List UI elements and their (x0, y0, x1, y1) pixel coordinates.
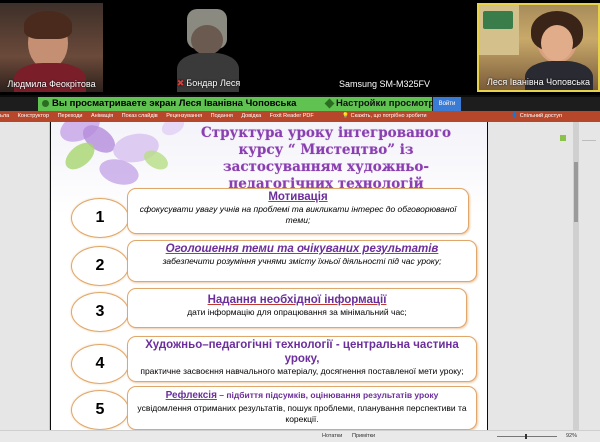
ribbon-tab[interactable]: Переходи (58, 111, 83, 122)
share-status-icon (42, 99, 49, 107)
participant-name: ✖ Бондар Леся (121, 78, 296, 89)
view-settings-label: Настройки просмотра (336, 98, 440, 109)
share-banner-text: Вы просматриваете экран Леся Іванівна Чо… (52, 98, 297, 109)
step-body: усвідомлення отриманих результатів, пошу… (137, 403, 467, 424)
step-box: Надання необхідної інформації дати інфор… (127, 288, 467, 328)
step-number: 1 (71, 198, 129, 238)
share-label: Спільний доступ (519, 113, 562, 119)
step-box: Мотивація сфокусувати увагу учнів на про… (127, 188, 469, 234)
participant-name: Леся Іванівна Чоповська (486, 77, 591, 87)
step-row: 3 Надання необхідної інформації дати інф… (71, 288, 483, 334)
ribbon-tab[interactable]: Подання (211, 111, 233, 122)
step-row: 5 Рефлексія – підбиття підсумків, оцінюв… (71, 386, 483, 430)
zoom-slider-thumb[interactable] (525, 434, 527, 439)
comments-button[interactable]: Примітки (352, 431, 375, 442)
ribbon-tab[interactable]: Показ слайдів (122, 111, 158, 122)
step-body: забезпечити розуміння учнями змісту їхнь… (162, 256, 442, 266)
step-row: 2 Оголошення теми та очікуваних результа… (71, 240, 483, 286)
zoom-level[interactable]: 92% (566, 431, 577, 442)
ppt-ribbon: ьла Конструктор Переходи Анімація Показ … (0, 111, 600, 122)
participant-tile-active[interactable]: Леся Іванівна Чоповська (477, 3, 600, 92)
vertical-scrollbar[interactable] (573, 122, 579, 430)
slide-title: Структура уроку інтегрованого курсу “ Ми… (201, 125, 451, 192)
ribbon-tab[interactable]: ьла (0, 111, 9, 122)
video-strip: Людмила Феокрітова ✖ Бондар Леся Samsung … (0, 0, 600, 95)
step-heading: Художньо–педагогічні технології - центра… (145, 339, 459, 365)
slide-thumbnails-pane[interactable] (0, 122, 50, 430)
divider (582, 140, 596, 141)
step-body: практичне засвоєння навчального матеріал… (140, 366, 464, 376)
participant-name: Samsung SM-M325FV (338, 79, 431, 89)
participant-name: Людмила Феокрітова (7, 79, 96, 89)
participant-face (191, 25, 223, 55)
step-box: Оголошення теми та очікуваних результаті… (127, 240, 477, 282)
enter-button[interactable]: Войти (433, 97, 461, 111)
step-number: 2 (71, 246, 129, 286)
step-number: 3 (71, 292, 129, 332)
zoom-slider[interactable] (497, 436, 557, 437)
ribbon-tab[interactable]: Анімація (91, 111, 113, 122)
marker-icon (560, 135, 566, 141)
notes-button[interactable]: Нотатки (322, 431, 342, 442)
participant-tile[interactable]: ✖ Бондар Леся (121, 3, 296, 92)
participant-tile[interactable]: Людмила Феокрітова (0, 3, 103, 92)
step-box: Рефлексія – підбиття підсумків, оцінюван… (127, 386, 477, 430)
step-heading: Мотивація (268, 191, 328, 203)
ribbon-tab[interactable]: Foxit Reader PDF (270, 111, 314, 122)
step-body: дати інформацію для опрацювання за мінім… (187, 307, 407, 317)
ribbon-tab[interactable]: Конструктор (18, 111, 49, 122)
share-bar: Вы просматриваете экран Леся Іванівна Чо… (0, 97, 600, 111)
step-box: Художньо–педагогічні технології - центра… (127, 336, 477, 382)
step-row: 4 Художньо–педагогічні технології - цент… (71, 336, 483, 384)
tell-me-label: Скажіть, що потрібно зробити (350, 113, 427, 119)
participant-name-text: Бондар Леся (186, 78, 241, 88)
step-heading: Рефлексія (165, 390, 217, 401)
screen-share-banner: Вы просматриваете экран Леся Іванівна Чо… (38, 97, 439, 111)
scrollbar-thumb[interactable] (574, 162, 578, 222)
step-row: 1 Мотивація сфокусувати увагу учнів на п… (71, 188, 483, 238)
ribbon-tab[interactable]: Рецензування (166, 111, 202, 122)
settings-icon (324, 98, 335, 109)
participant-tile[interactable]: Samsung SM-M325FV (297, 3, 472, 92)
participant-hair (24, 11, 72, 39)
step-number: 4 (71, 344, 129, 384)
share-button[interactable]: 👤 Спільний доступ (511, 111, 569, 122)
step-number: 5 (71, 390, 129, 430)
step-heading: Оголошення теми та очікуваних результаті… (165, 243, 439, 255)
status-bar: Нотатки Примітки 92% (0, 430, 600, 442)
right-pane (488, 122, 600, 430)
participant-face-front (541, 25, 573, 61)
view-settings-button[interactable]: Настройки просмотра (324, 97, 440, 111)
mic-muted-icon: ✖ (176, 78, 185, 88)
step-heading-extra: – підбиття підсумків, оцінювання результ… (216, 390, 439, 400)
meeting-window: Людмила Феокрітова ✖ Бондар Леся Samsung … (0, 0, 600, 442)
step-body: сфокусувати увагу учнів на проблемі та в… (139, 204, 457, 225)
tell-me-search[interactable]: 💡 Скажіть, що потрібно зробити (342, 111, 433, 122)
ribbon-tab[interactable]: Довідка (241, 111, 261, 122)
flower-decoration (140, 146, 172, 174)
step-heading: Надання необхідної інформації (207, 294, 387, 306)
slide-canvas[interactable]: Структура уроку інтегрованого курсу “ Ми… (51, 122, 487, 430)
classroom-shelf (483, 11, 513, 29)
